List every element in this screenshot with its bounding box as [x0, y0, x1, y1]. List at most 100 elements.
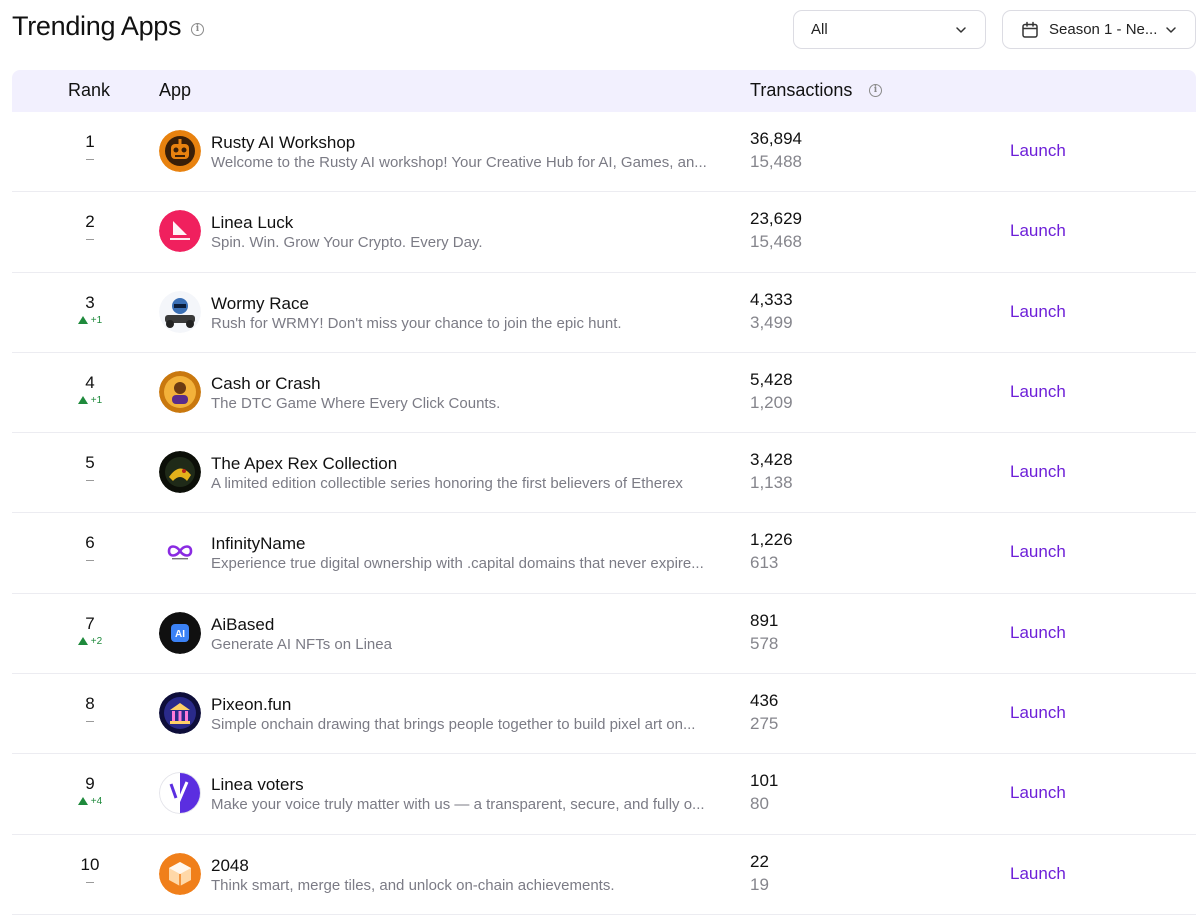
rank-change: +1 [12, 395, 168, 407]
app-name[interactable]: The Apex Rex Collection [211, 454, 397, 474]
app-name[interactable]: Wormy Race [211, 294, 309, 314]
rank-unchanged-icon [86, 881, 94, 883]
launch-button[interactable]: Launch [1010, 462, 1066, 482]
launch-button[interactable]: Launch [1010, 141, 1066, 161]
rank-number: 10 [80, 854, 100, 874]
info-icon[interactable]: i [869, 84, 882, 97]
transactions-primary: 436 [750, 691, 779, 711]
launch-button[interactable]: Launch [1010, 302, 1066, 322]
launch-button[interactable]: Launch [1010, 221, 1066, 241]
rank-change [12, 716, 168, 728]
app-description: Simple onchain drawing that brings peopl… [211, 716, 696, 734]
transactions-secondary: 1,138 [750, 473, 793, 493]
launch-button[interactable]: Launch [1010, 623, 1066, 643]
info-icon[interactable]: i [191, 23, 204, 36]
rank-change [12, 555, 168, 567]
app-name[interactable]: 2048 [211, 856, 249, 876]
app-name[interactable]: Linea voters [211, 775, 304, 795]
table-row[interactable]: 10 2048 Think smart, merge tiles, and un… [12, 835, 1196, 915]
page-header: Trending Apps i All Season 1 - Ne... [0, 0, 1200, 56]
launch-button[interactable]: Launch [1010, 382, 1066, 402]
transactions-primary: 5,428 [750, 369, 793, 389]
calendar-icon [1022, 21, 1038, 38]
season-select[interactable]: Season 1 - Ne... [1002, 10, 1196, 49]
app-description: A limited edition collectible series hon… [211, 475, 683, 493]
v-check-logo [159, 772, 201, 815]
launch-button[interactable]: Launch [1010, 783, 1066, 803]
category-filter-value: All [811, 21, 828, 38]
worm-racer-logo [159, 290, 201, 333]
table-row[interactable]: 5 The Apex Rex Collection A limited edit… [12, 433, 1196, 514]
transactions-secondary: 19 [750, 874, 769, 894]
transactions-primary: 22 [750, 851, 769, 871]
chevron-down-icon [1166, 27, 1176, 33]
column-header-rank[interactable]: Rank [68, 80, 110, 101]
linea-luck-logo [159, 210, 201, 253]
column-header-transactions[interactable]: Transactions [750, 80, 852, 101]
app-name[interactable]: InfinityName [211, 534, 305, 554]
cube-2048-logo [159, 852, 201, 895]
app-name[interactable]: Cash or Crash [211, 374, 321, 394]
rank-change [12, 234, 168, 246]
pixel-temple-logo [159, 692, 201, 735]
rank-number: 6 [85, 533, 95, 553]
rank-number: 7 [85, 613, 95, 633]
rank-unchanged-icon [86, 560, 94, 562]
rank-up-icon [77, 797, 88, 806]
rank-unchanged-icon [86, 720, 94, 722]
svg-text:AI: AI [175, 629, 185, 640]
app-description: Rush for WRMY! Don't miss your chance to… [211, 314, 622, 332]
launch-button[interactable]: Launch [1010, 864, 1066, 884]
app-description: Think smart, merge tiles, and unlock on-… [211, 876, 615, 894]
app-name[interactable]: Linea Luck [211, 213, 293, 233]
transactions-primary: 4,333 [750, 289, 793, 309]
table-row[interactable]: 8 Pixeon.fun Simple onchain drawing that… [12, 674, 1196, 755]
table-row[interactable]: 1 Rusty AI Workshop Welcome to the Rusty… [12, 112, 1196, 193]
rank-change [12, 154, 168, 166]
app-name[interactable]: AiBased [211, 615, 274, 635]
launch-button[interactable]: Launch [1010, 542, 1066, 562]
transactions-primary: 23,629 [750, 209, 802, 229]
table-row[interactable]: 7 +2 AI AiBased Generate AI NFTs on Line… [12, 594, 1196, 675]
rank-change [12, 475, 168, 487]
rank-number: 2 [85, 212, 95, 232]
column-header-app[interactable]: App [159, 80, 191, 101]
rank-number: 1 [85, 132, 95, 151]
rank-unchanged-icon [86, 158, 94, 160]
app-name[interactable]: Pixeon.fun [211, 695, 291, 715]
table-row[interactable]: 2 Linea Luck Spin. Win. Grow Your Crypto… [12, 192, 1196, 273]
app-description: Welcome to the Rusty AI workshop! Your C… [211, 154, 707, 171]
rank-up-icon [77, 395, 88, 404]
rank-unchanged-icon [86, 239, 94, 241]
table-header: Rank App Transactions i [12, 70, 1196, 112]
app-name[interactable]: Rusty AI Workshop [211, 133, 355, 153]
season-select-value: Season 1 - Ne... [1049, 21, 1158, 38]
transactions-secondary: 613 [750, 553, 779, 573]
launch-button[interactable]: Launch [1010, 703, 1066, 723]
table-row[interactable]: 6 InfinityName Experience true digital o… [12, 513, 1196, 594]
rank-change-value: +2 [90, 635, 103, 647]
table-row[interactable]: 9 +4 Linea voters Make your voice truly … [12, 754, 1196, 835]
cash-or-crash-logo [159, 370, 201, 413]
ai-chip-logo: AI [159, 611, 201, 654]
transactions-primary: 891 [750, 610, 779, 630]
transactions-secondary: 578 [750, 633, 779, 653]
transactions-secondary: 275 [750, 714, 779, 734]
transactions-primary: 3,428 [750, 450, 793, 470]
rank-number: 5 [85, 453, 95, 473]
table-row[interactable]: 4 +1 Cash or Crash The DTC Game Where Ev… [12, 353, 1196, 434]
rank-change-value: +1 [90, 314, 103, 326]
rank-change: +2 [12, 636, 168, 648]
rank-number: 8 [85, 694, 95, 714]
table-row[interactable]: 3 +1 Wormy Race Rush for WRMY! Don't mis… [12, 273, 1196, 353]
rank-number: 4 [85, 372, 95, 392]
transactions-secondary: 80 [750, 794, 769, 814]
robot-face-logo [159, 130, 201, 172]
rank-up-icon [77, 636, 88, 645]
transactions-secondary: 15,488 [750, 152, 802, 171]
rank-number: 3 [85, 292, 95, 312]
category-filter-select[interactable]: All [793, 10, 986, 49]
page-title: Trending Apps [12, 11, 182, 41]
rank-change-value: +4 [90, 796, 103, 808]
infinity-logo [159, 531, 201, 574]
